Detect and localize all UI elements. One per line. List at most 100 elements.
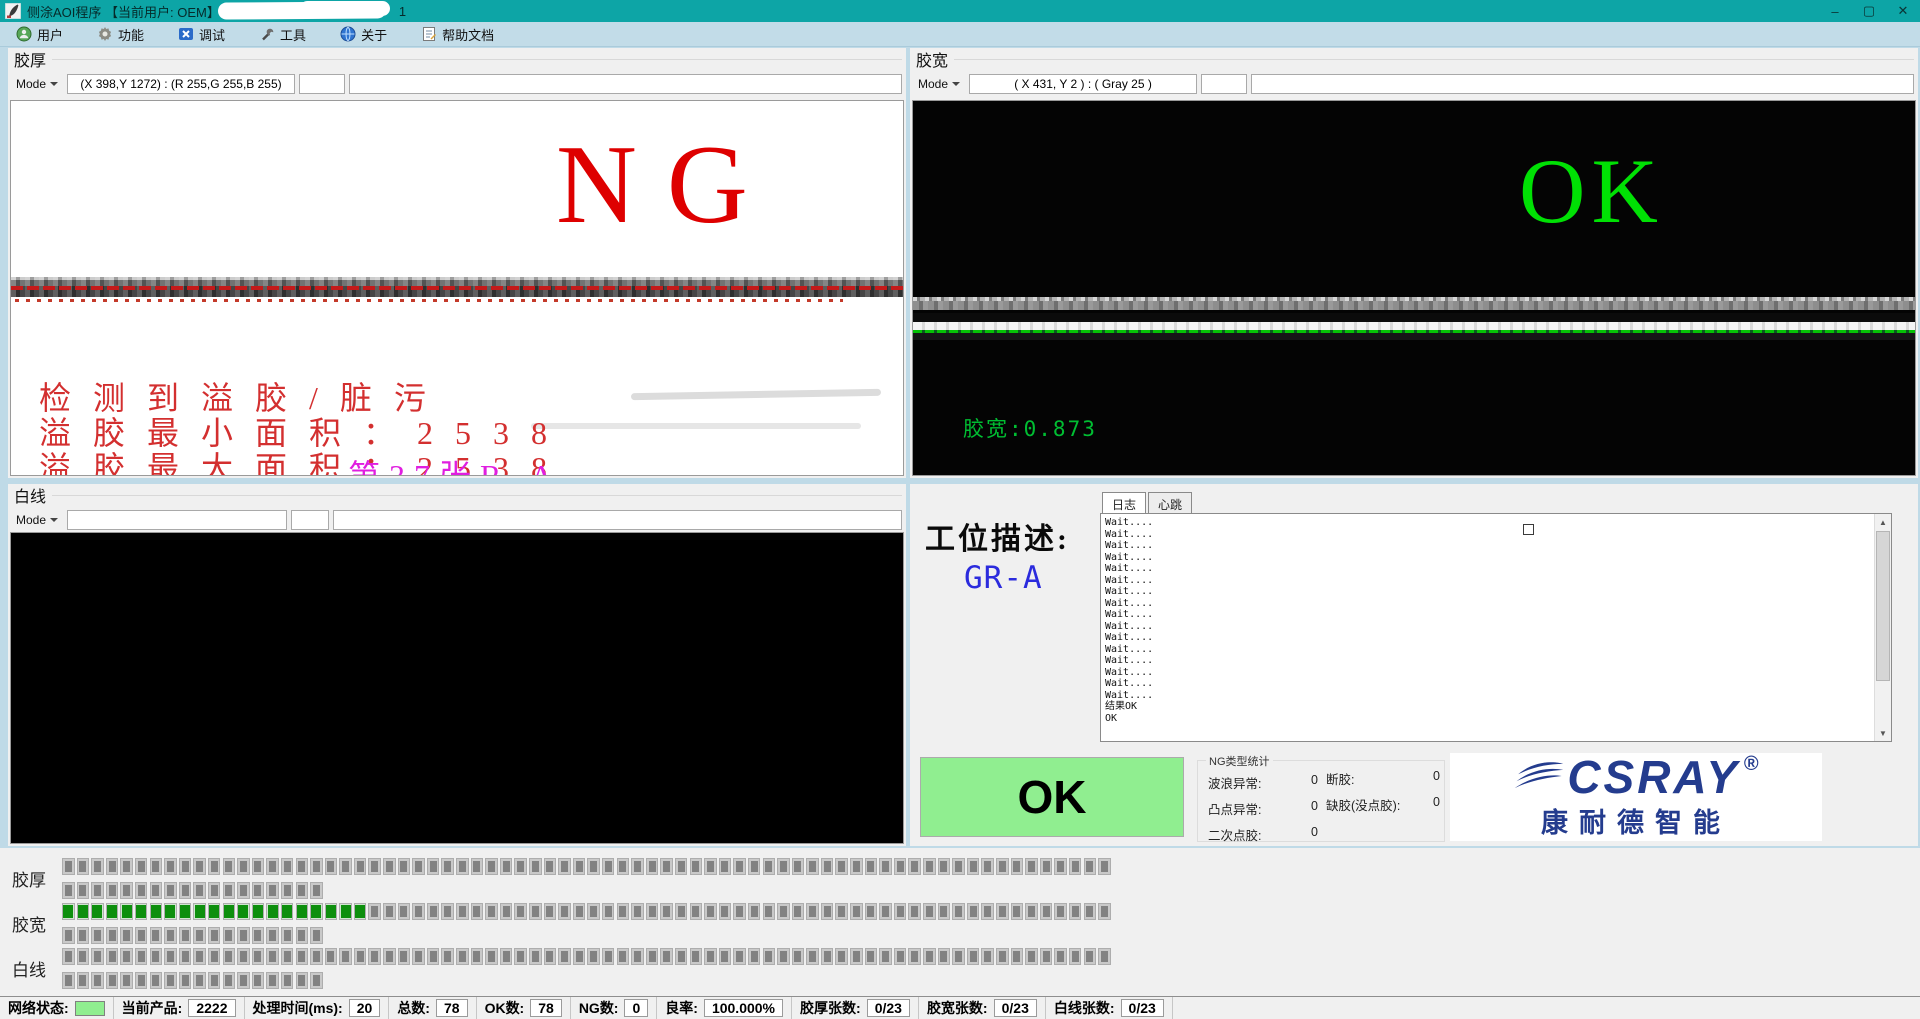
indicator-cell[interactable] [471,948,484,965]
indicator-cell[interactable] [456,948,469,965]
indicator-cell[interactable] [952,858,965,875]
indicator-cell[interactable] [179,903,192,920]
indicator-cell[interactable] [763,858,776,875]
indicator-cell[interactable] [967,948,980,965]
indicator-cell[interactable] [252,972,265,989]
indicator-cell[interactable] [660,948,673,965]
indicator-cell[interactable] [266,972,279,989]
indicator-cell[interactable] [1011,903,1024,920]
indicator-cell[interactable] [266,948,279,965]
indicator-cell[interactable] [106,882,119,899]
indicator-cell[interactable] [806,858,819,875]
indicator-cell[interactable] [485,858,498,875]
inspection-image-whiteline[interactable] [10,532,904,844]
indicator-cell[interactable] [237,903,250,920]
indicator-cell[interactable] [120,882,133,899]
indicator-cell[interactable] [427,948,440,965]
indicator-cell[interactable] [456,903,469,920]
overall-result-button[interactable]: OK [920,757,1184,837]
indicator-cell[interactable] [296,972,309,989]
indicator-cell[interactable] [879,903,892,920]
indicator-cell[interactable] [471,858,484,875]
indicator-cell[interactable] [733,858,746,875]
indicator-cell[interactable] [208,903,221,920]
indicator-cell[interactable] [1054,858,1067,875]
indicator-cell[interactable] [135,882,148,899]
indicator-cell[interactable] [164,882,177,899]
indicator-cell[interactable] [806,948,819,965]
indicator-cell[interactable] [1069,858,1082,875]
indicator-cell[interactable] [544,903,557,920]
indicator-cell[interactable] [602,858,615,875]
indicator-cell[interactable] [631,903,644,920]
indicator-cell[interactable] [879,948,892,965]
indicator-cell[interactable] [339,948,352,965]
indicator-cell[interactable] [573,903,586,920]
indicator-cell[interactable] [792,948,805,965]
indicator-cell[interactable] [704,903,717,920]
menu-item-functions[interactable]: 功能 [91,23,150,46]
indicator-cell[interactable] [908,948,921,965]
indicator-cell[interactable] [237,948,250,965]
log-checkbox[interactable] [1523,524,1534,535]
indicator-cell[interactable] [266,858,279,875]
indicator-cell[interactable] [237,927,250,944]
indicator-cell[interactable] [296,903,309,920]
mode-dropdown[interactable]: Mode [915,75,963,93]
indicator-cell[interactable] [938,948,951,965]
indicator-cell[interactable] [135,927,148,944]
scrollbar-thumb[interactable] [1876,531,1890,681]
pixel-coordinate-readout[interactable]: ( X 431, Y 2 ) : ( Gray 25 ) [969,74,1197,94]
indicator-cell[interactable] [777,948,790,965]
tab-log[interactable]: 日志 [1102,492,1146,513]
indicator-cell[interactable] [91,972,104,989]
indicator-cell[interactable] [135,903,148,920]
indicator-cell[interactable] [237,858,250,875]
indicator-cell[interactable] [296,882,309,899]
indicator-cell[interactable] [865,903,878,920]
indicator-cell[interactable] [237,882,250,899]
menu-item-about[interactable]: 关于 [334,23,393,46]
indicator-cell[interactable] [325,903,338,920]
indicator-cell[interactable] [106,972,119,989]
menu-item-tools[interactable]: 工具 [253,23,312,46]
mode-dropdown[interactable]: Mode [13,75,61,93]
toolbar-box-long[interactable] [1251,74,1914,94]
indicator-cell[interactable] [412,858,425,875]
indicator-cell[interactable] [1011,948,1024,965]
indicator-cell[interactable] [894,948,907,965]
indicator-cell[interactable] [310,903,323,920]
scroll-up-icon[interactable]: ▲ [1875,514,1891,530]
indicator-cell[interactable] [310,948,323,965]
indicator-cell[interactable] [631,948,644,965]
indicator-cell[interactable] [193,903,206,920]
indicator-cell[interactable] [62,948,75,965]
toolbar-box-long[interactable] [333,510,902,530]
indicator-cell[interactable] [777,903,790,920]
indicator-cell[interactable] [719,948,732,965]
indicator-cell[interactable] [587,858,600,875]
close-button[interactable]: ✕ [1886,0,1920,22]
indicator-cell[interactable] [981,948,994,965]
indicator-cell[interactable] [558,948,571,965]
pixel-coordinate-readout[interactable] [67,510,287,530]
indicator-cell[interactable] [573,858,586,875]
indicator-cell[interactable] [164,972,177,989]
indicator-cell[interactable] [150,858,163,875]
indicator-cell[interactable] [252,948,265,965]
indicator-cell[interactable] [106,903,119,920]
indicator-cell[interactable] [806,903,819,920]
indicator-cell[interactable] [835,903,848,920]
indicator-cell[interactable] [1084,858,1097,875]
indicator-cell[interactable] [208,882,221,899]
indicator-cell[interactable] [354,948,367,965]
indicator-cell[interactable] [1054,948,1067,965]
indicator-cell[interactable] [748,858,761,875]
indicator-cell[interactable] [208,927,221,944]
indicator-cell[interactable] [821,858,834,875]
indicator-cell[interactable] [164,858,177,875]
indicator-cell[interactable] [135,948,148,965]
indicator-cell[interactable] [62,858,75,875]
indicator-cell[interactable] [500,903,513,920]
inspection-image-width[interactable]: OK 胶宽:0.873 [912,100,1916,476]
